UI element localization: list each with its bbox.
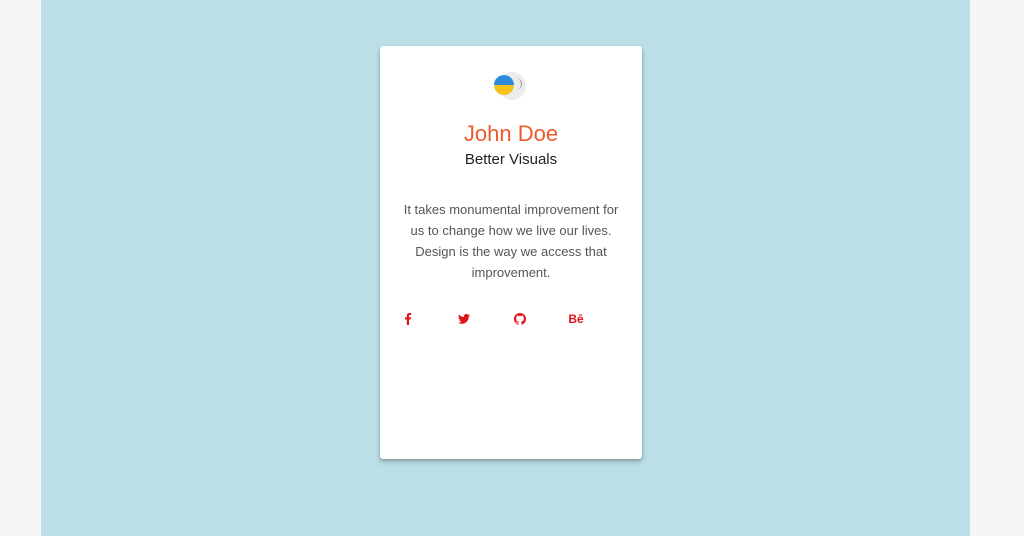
behance-link[interactable]: Bē (566, 309, 586, 329)
ukraine-flag-avatar-icon (494, 75, 514, 95)
facebook-icon (405, 313, 412, 325)
profile-title: Better Visuals (464, 151, 558, 168)
page-background: John Doe Better Visuals It takes monumen… (41, 0, 970, 536)
github-link[interactable] (510, 309, 530, 329)
avatar (493, 72, 527, 102)
github-icon (514, 313, 526, 325)
profile-card: John Doe Better Visuals It takes monumen… (380, 46, 642, 459)
behance-icon: Bē (568, 312, 584, 326)
profile-name: John Doe (463, 121, 559, 146)
facebook-link[interactable] (398, 309, 418, 329)
twitter-icon (458, 314, 470, 324)
profile-bio: It takes monumental improvement for us t… (403, 202, 619, 280)
social-links: Bē (398, 309, 624, 329)
twitter-link[interactable] (454, 309, 474, 329)
